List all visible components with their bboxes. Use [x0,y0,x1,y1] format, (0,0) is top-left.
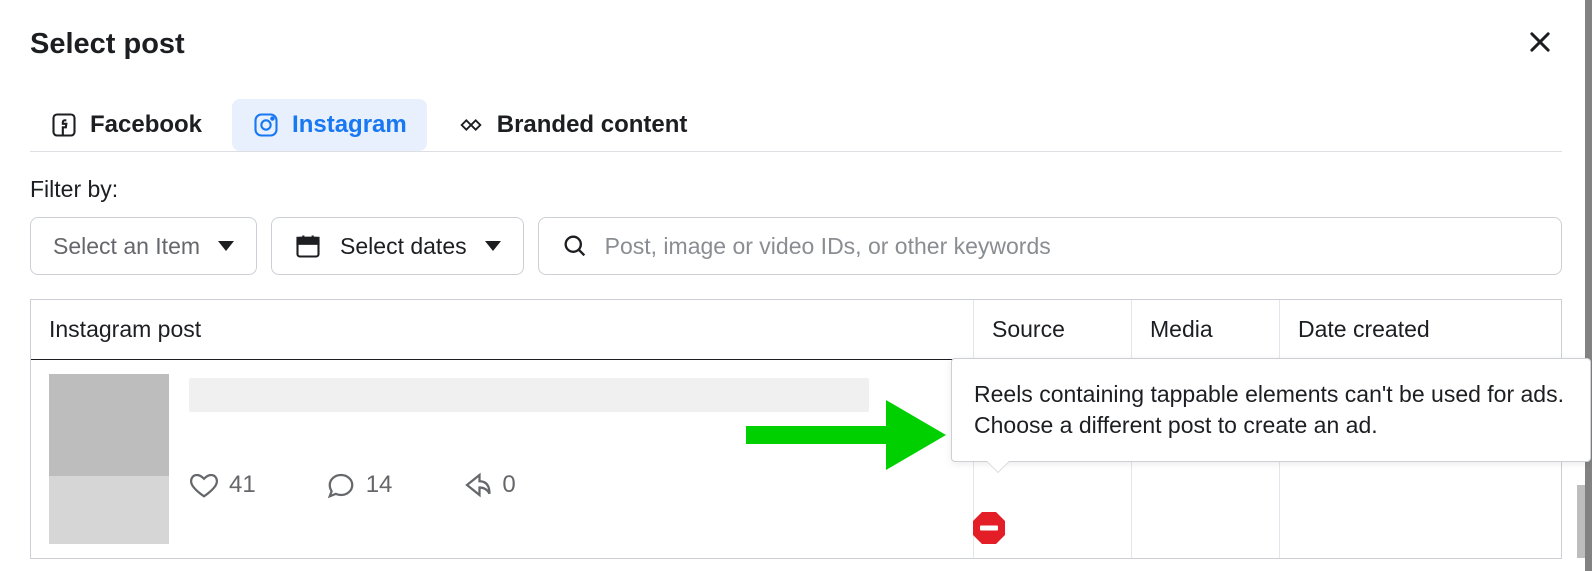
tab-facebook[interactable]: Facebook [30,99,222,151]
dropdown-placeholder: Select an Item [53,233,200,260]
handshake-icon [457,111,485,139]
col-header-post[interactable]: Instagram post [31,300,974,359]
dialog-title: Select post [30,28,185,61]
restricted-icon [971,510,1007,546]
search-icon [561,232,589,260]
select-post-dialog: Select post Facebook [0,0,1592,559]
search-input[interactable] [605,233,1539,260]
item-select-dropdown[interactable]: Select an Item [30,217,257,275]
tab-label: Facebook [90,111,202,139]
restriction-tooltip: Reels containing tappable elements can't… [951,358,1591,462]
date-select-dropdown[interactable]: Select dates [271,217,524,275]
table-body: 41 14 0 [31,360,1561,558]
posts-table: Instagram post Source Media Date created [30,299,1562,559]
filter-by-label: Filter by: [30,176,1562,203]
table-header: Instagram post Source Media Date created [31,300,1561,360]
tab-label: Instagram [292,111,407,139]
likes-stat: 41 [189,470,256,500]
window-scrollbar[interactable] [1585,0,1592,571]
calendar-icon [294,232,322,260]
comment-icon [326,470,356,500]
tab-instagram[interactable]: Instagram [232,99,427,151]
tooltip-caret [986,460,1010,472]
comments-count: 14 [366,471,393,499]
shares-stat: 0 [462,470,515,500]
heart-icon [189,470,219,500]
likes-count: 41 [229,471,256,499]
search-box[interactable] [538,217,1562,275]
filter-controls: Select an Item Select dates [30,217,1562,275]
filter-section: Filter by: Select an Item Select dates [30,176,1562,275]
chevron-down-icon [218,241,234,251]
dialog-header: Select post [30,20,1562,69]
shares-count: 0 [502,471,515,499]
source-tabs: Facebook Instagram Branded content [30,99,1562,152]
comments-stat: 14 [326,470,393,500]
close-button[interactable] [1518,20,1562,69]
chevron-down-icon [485,241,501,251]
post-thumbnail [49,374,169,544]
instagram-icon [252,111,280,139]
annotation-arrow [746,400,946,475]
tab-branded-content[interactable]: Branded content [437,99,708,151]
dropdown-label: Select dates [340,233,467,260]
col-header-media[interactable]: Media [1132,300,1280,359]
tab-label: Branded content [497,111,688,139]
col-header-date[interactable]: Date created [1280,300,1561,359]
share-icon [462,470,492,500]
close-icon [1526,28,1554,56]
facebook-icon [50,111,78,139]
col-header-source[interactable]: Source [974,300,1132,359]
tooltip-text: Reels containing tappable elements can't… [974,381,1564,438]
